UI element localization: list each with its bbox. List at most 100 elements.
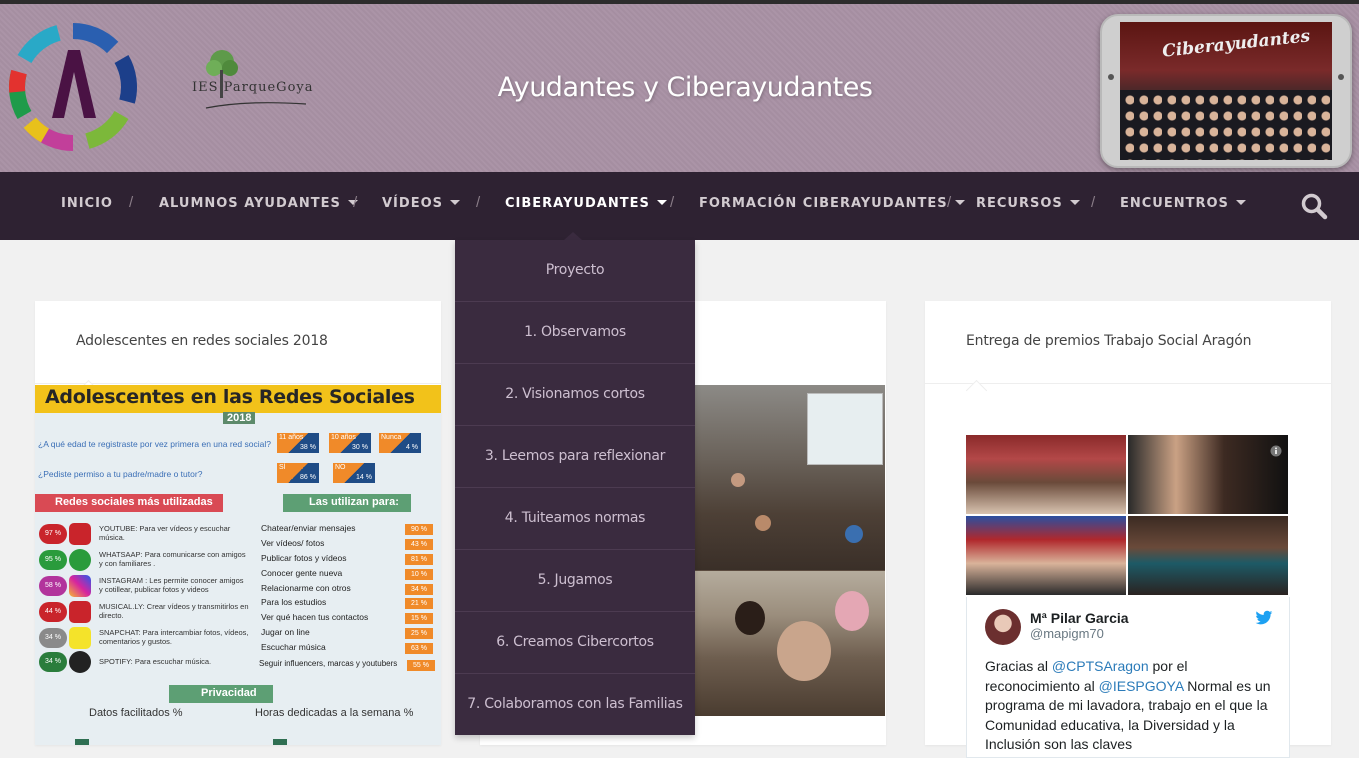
answer-box: SÍ 86 % xyxy=(277,463,319,483)
use-row: Ver vídeos/ fotos 43 % xyxy=(257,538,437,552)
tweet-author-handle[interactable]: @mapigm70 xyxy=(1030,626,1104,641)
chevron-down-icon xyxy=(656,200,667,205)
network-desc: INSTAGRAM : Les permite conocer amigos y… xyxy=(99,576,244,594)
youtube-icon xyxy=(69,523,91,545)
privacy-label: Datos facilitados % xyxy=(89,707,183,719)
use-label: Para los estudios xyxy=(261,597,327,607)
nav-separator: / xyxy=(1091,194,1096,211)
use-pct: 10 % xyxy=(405,569,433,580)
dropdown-item-visionamos-cortos[interactable]: 2. Visionamos cortos xyxy=(455,364,695,426)
use-row: Publicar fotos y vídeos 81 % xyxy=(257,553,437,567)
nav-item-ciberayudantes[interactable]: CIBERAYUDANTES xyxy=(505,196,667,211)
classroom-photo-bottom xyxy=(695,571,885,716)
use-label: Conocer gente nueva xyxy=(261,568,343,578)
use-pct: 25 % xyxy=(405,628,433,639)
answer-label: NO xyxy=(335,464,346,471)
use-row: Escuchar música 63 % xyxy=(257,642,437,656)
use-row: Jugar on line 25 % xyxy=(257,627,437,641)
use-label: Chatear/enviar mensajes xyxy=(261,523,356,533)
network-row: 34 % SNAPCHAT: Para intercambiar fotos, v… xyxy=(39,627,249,649)
nav-item-recursos[interactable]: RECURSOS xyxy=(976,196,1080,211)
dropdown-item-colaboramos-familias[interactable]: 7. Colaboramos con las Familias xyxy=(455,674,695,735)
use-pct: 15 % xyxy=(405,613,433,624)
tweet-photo[interactable] xyxy=(966,435,1126,514)
tweet-mention-link[interactable]: @CPTSAragon xyxy=(1052,658,1149,674)
tweet-mention-link[interactable]: @IESPGOYA xyxy=(1099,678,1184,694)
musically-icon xyxy=(69,601,91,623)
section-usos-header: Las utilizan para: xyxy=(283,494,411,512)
answer-label: SÍ xyxy=(279,464,286,471)
use-row: Seguir influencers, marcas y youtubers 55… xyxy=(259,659,439,673)
network-pct: 44 % xyxy=(39,602,67,622)
use-label: Relacionarme con otros xyxy=(261,583,351,593)
nav-item-alumnos-ayudantes[interactable]: ALUMNOS AYUDANTES xyxy=(159,196,358,211)
dropdown-item-observamos[interactable]: 1. Observamos xyxy=(455,302,695,364)
tweet-text-part: Gracias al xyxy=(985,658,1052,674)
infographic-title: Adolescentes en las Redes Sociales xyxy=(45,386,415,408)
dropdown-item-tuiteamos-normas[interactable]: 4. Tuiteamos normas xyxy=(455,488,695,550)
students-crowd xyxy=(1120,90,1332,160)
answer-pct: 38 % xyxy=(300,444,316,451)
nav-label: VÍDEOS xyxy=(382,196,443,211)
nav-separator: / xyxy=(670,194,675,211)
widget-divider xyxy=(925,383,1331,384)
nav-separator: / xyxy=(476,194,481,211)
dropdown-item-jugamos[interactable]: 5. Jugamos xyxy=(455,550,695,612)
nav-item-inicio[interactable]: INICIO xyxy=(61,196,113,211)
whatsapp-icon xyxy=(69,549,91,571)
answer-pct: 30 % xyxy=(352,444,368,451)
answer-pct: 14 % xyxy=(356,474,372,481)
section-privacidad-header: Privacidad xyxy=(169,685,273,703)
tweet-photo[interactable] xyxy=(966,516,1126,595)
nav-item-formacion-ciberayudantes[interactable]: FORMACIÓN CIBERAYUDANTES xyxy=(699,196,965,211)
question-2: ¿Pediste permiso a tu padre/madre o tuto… xyxy=(38,469,203,479)
nav-label: CIBERAYUDANTES xyxy=(505,196,650,211)
person-head xyxy=(845,525,863,543)
ciberayudantes-phone-image: Ciberayudantes xyxy=(1100,14,1352,168)
use-label: Ver qué hacen tus contactos xyxy=(261,612,369,622)
person-head xyxy=(777,621,831,681)
dropdown-item-leemos-para-reflexionar[interactable]: 3. Leemos para reflexionar xyxy=(455,426,695,488)
privacy-bar xyxy=(273,739,287,745)
nav-item-encuentros[interactable]: ENCUENTROS xyxy=(1120,196,1246,211)
use-label: Seguir influencers, marcas y youtubers xyxy=(259,659,398,668)
tweet-text: Gracias al @CPTSAragon por el reconocimi… xyxy=(985,657,1275,755)
answer-label: 11 años xyxy=(279,434,304,441)
avatar[interactable] xyxy=(985,609,1021,645)
privacy-bar xyxy=(75,739,89,745)
infographic-image[interactable]: Adolescentes en las Redes Sociales 2018 … xyxy=(35,385,441,745)
widget-title[interactable]: Entrega de premios Trabajo Social Aragón xyxy=(966,333,1252,349)
tweet-photo[interactable] xyxy=(1128,435,1288,514)
answer-box: 10 años 30 % xyxy=(329,433,371,453)
person-head xyxy=(735,601,765,635)
network-pct: 34 % xyxy=(39,628,67,648)
tweet-photo-grid[interactable] xyxy=(966,435,1290,597)
dropdown-item-proyecto[interactable]: Proyecto xyxy=(455,240,695,302)
search-icon[interactable] xyxy=(1300,192,1328,220)
dropdown-item-creamos-cibercortos[interactable]: 6. Creamos Cibercortos xyxy=(455,612,695,674)
site-header: IES ParqueGoya Ayudantes y Ciberayudante… xyxy=(0,4,1359,172)
network-row: 34 % SPOTIFY: Para escuchar música. xyxy=(39,651,249,673)
classroom-photo[interactable] xyxy=(695,385,885,716)
phone-banner-text: Ciberayudantes xyxy=(1161,26,1312,62)
network-desc: MUSICAL.LY: Crear vídeos y transmitirlos… xyxy=(99,602,249,620)
tweet-card[interactable]: Mª Pilar Garcia @mapigm70 Gracias al @CP… xyxy=(966,597,1290,758)
use-label: Publicar fotos y vídeos xyxy=(261,553,347,563)
use-row: Chatear/enviar mensajes 90 % xyxy=(257,523,437,537)
nav-item-videos[interactable]: VÍDEOS xyxy=(382,196,460,211)
use-label: Escuchar música xyxy=(261,642,326,652)
tweet-author-name[interactable]: Mª Pilar Garcia xyxy=(1030,610,1129,626)
answer-box: Nunca 4 % xyxy=(379,433,421,453)
network-row: 44 % MUSICAL.LY: Crear vídeos y transmiti… xyxy=(39,601,249,623)
tweet-photo[interactable] xyxy=(1128,516,1288,595)
section-label: Privacidad xyxy=(201,687,257,699)
twitter-bird-icon[interactable] xyxy=(1255,610,1273,626)
infographic-year: 2018 xyxy=(223,412,256,424)
nav-separator: / xyxy=(947,194,952,211)
network-pct: 95 % xyxy=(39,550,67,570)
widget-divider xyxy=(35,383,441,384)
widget-title[interactable]: Adolescentes en redes sociales 2018 xyxy=(76,333,328,349)
answer-pct: 4 % xyxy=(405,444,418,451)
spotify-icon xyxy=(69,651,91,673)
info-icon[interactable] xyxy=(1270,445,1282,457)
